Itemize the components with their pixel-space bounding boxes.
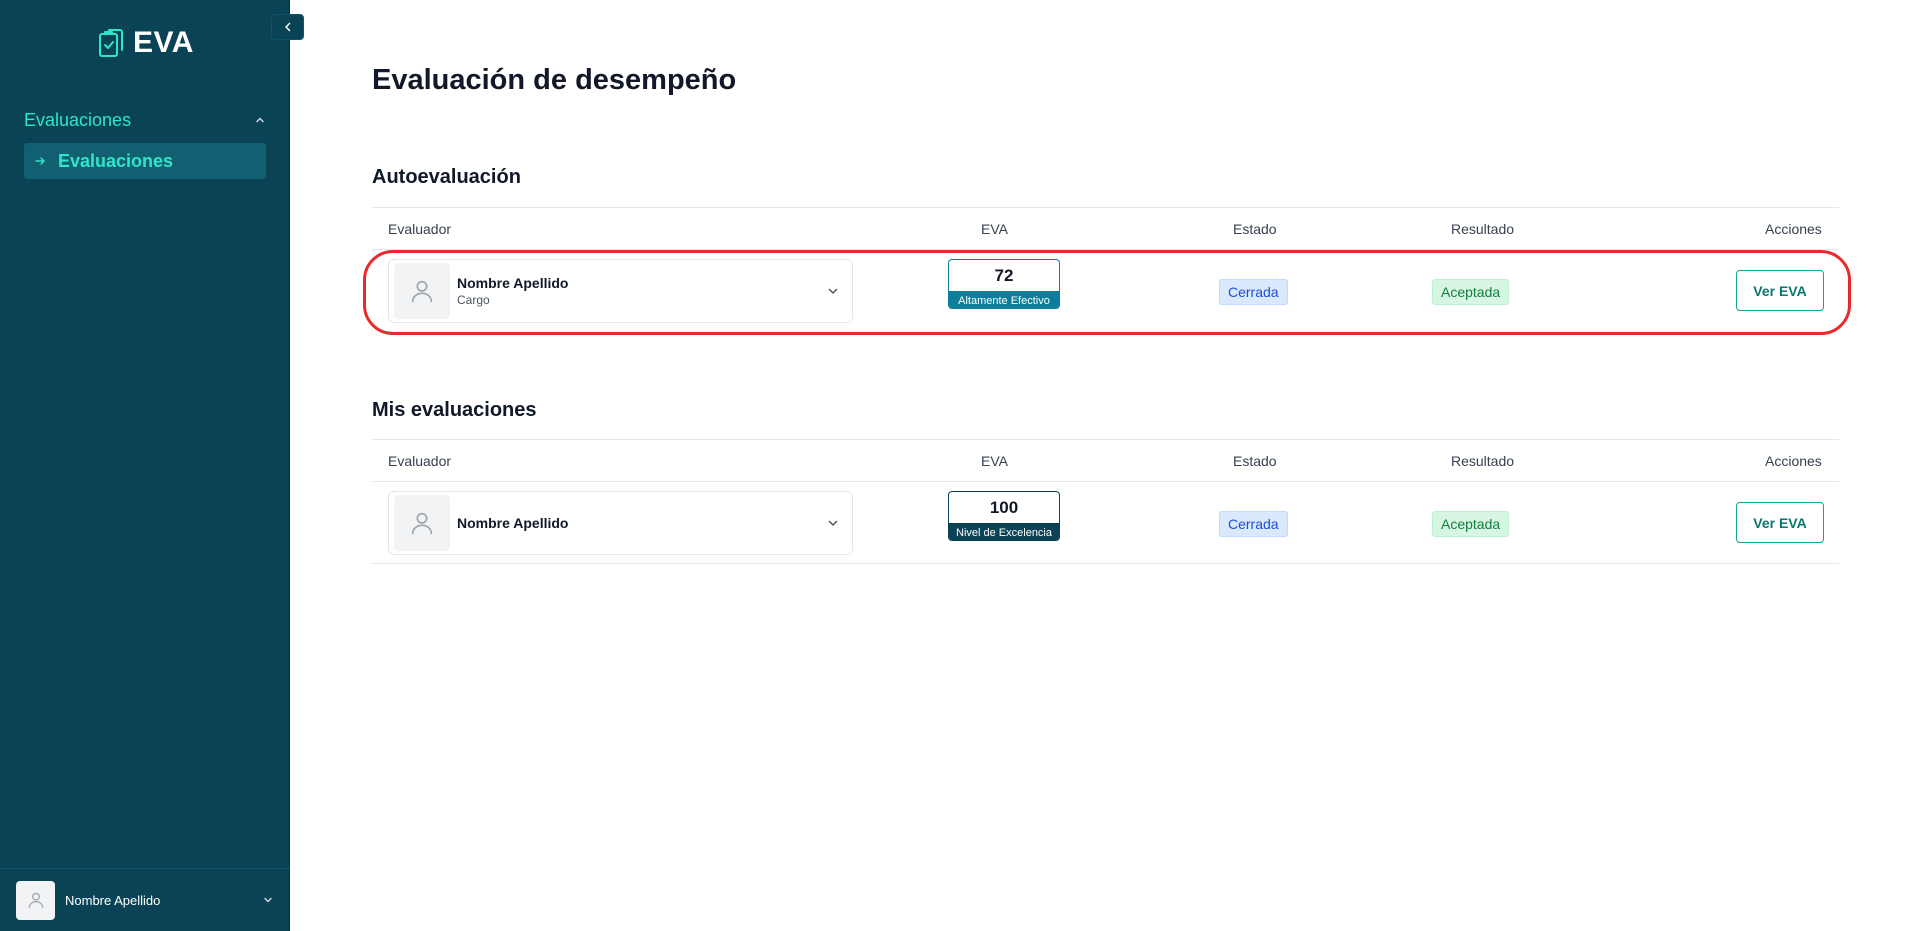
column-header-evaluator: Evaluador <box>388 221 452 237</box>
user-icon <box>28 892 43 909</box>
avatar <box>394 495 450 551</box>
nav-group-label: Evaluaciones <box>24 109 132 130</box>
eva-level-label: Altamente Efectivo <box>949 291 1059 308</box>
column-header-eva: EVA <box>981 453 1008 469</box>
sidebar: EVA Evaluaciones Evaluaciones Nombre Ape… <box>0 0 304 931</box>
avatar <box>394 263 450 319</box>
eva-score: 100 <box>989 497 1019 517</box>
user-icon <box>411 512 433 535</box>
section-title-self-evaluation: Autoevaluación <box>372 166 521 188</box>
sidebar-item-evaluaciones[interactable]: Evaluaciones <box>24 143 266 179</box>
eva-score-box: 72 Altamente Efectivo <box>948 259 1060 309</box>
result-badge: Aceptada <box>1432 511 1510 537</box>
ver-eva-button[interactable]: Ver EVA <box>1736 502 1824 543</box>
status-badge: Cerrada <box>1219 279 1288 305</box>
evaluator-info: Nombre Apellido <box>457 515 826 531</box>
chevron-up-icon <box>256 117 264 123</box>
app-root: EVA Evaluaciones Evaluaciones Nombre Ape… <box>0 0 1920 931</box>
main-content: Evaluación de desempeño Autoevaluación E… <box>291 0 1920 931</box>
sidebar-item-label: Evaluaciones <box>58 150 174 171</box>
evaluator-info: Nombre Apellido Cargo <box>457 275 826 307</box>
column-header-result: Resultado <box>1451 453 1515 469</box>
clipboard-check-icon <box>99 29 123 57</box>
eva-score-box: 100 Nivel de Excelencia <box>948 491 1060 541</box>
eva-score: 72 <box>994 265 1014 285</box>
table-row: Nombre Apellido Cargo 72 Altamente Efect… <box>372 250 1839 332</box>
evaluator-dropdown[interactable]: Nombre Apellido <box>388 491 853 555</box>
column-header-status: Estado <box>1233 453 1277 469</box>
table-header: Evaluador EVA Estado Resultado Acciones <box>372 208 1839 250</box>
page-title: Evaluación de desempeño <box>372 64 737 96</box>
user-name: Nombre Apellido <box>65 892 161 908</box>
section-title-my-evaluations: Mis evaluaciones <box>372 399 537 421</box>
eva-level-label: Nivel de Excelencia <box>949 523 1059 540</box>
table-header: Evaluador EVA Estado Resultado Acciones <box>372 440 1839 482</box>
nav-group-evaluaciones[interactable]: Evaluaciones <box>24 108 266 132</box>
evaluator-dropdown[interactable]: Nombre Apellido Cargo <box>388 259 853 323</box>
user-menu[interactable]: Nombre Apellido <box>0 868 290 931</box>
result-badge: Aceptada <box>1432 279 1510 305</box>
ver-eva-button[interactable]: Ver EVA <box>1736 270 1824 311</box>
arrow-right-icon <box>35 157 45 165</box>
column-header-actions: Acciones <box>1765 453 1822 469</box>
brand-logo[interactable]: EVA <box>97 26 194 60</box>
column-header-eva: EVA <box>981 221 1008 237</box>
column-header-actions: Acciones <box>1765 221 1822 237</box>
avatar <box>16 880 55 920</box>
evaluator-role: Cargo <box>457 293 490 307</box>
chevron-down-icon <box>828 288 838 294</box>
status-badge: Cerrada <box>1219 511 1288 537</box>
column-header-evaluator: Evaluador <box>388 453 452 469</box>
self-evaluation-table: Evaluador EVA Estado Resultado Acciones … <box>372 207 1839 332</box>
chevron-down-icon <box>828 520 838 526</box>
table-row: Nombre Apellido 100 Nivel de Excelencia … <box>372 482 1839 564</box>
column-header-status: Estado <box>1233 221 1277 237</box>
app-name: EVA <box>133 26 194 59</box>
chevron-down-icon <box>264 897 272 903</box>
evaluator-name: Nombre Apellido <box>457 275 569 291</box>
my-evaluations-table: Evaluador EVA Estado Resultado Acciones … <box>372 439 1839 564</box>
column-header-result: Resultado <box>1451 221 1515 237</box>
user-icon <box>411 280 433 303</box>
evaluator-name: Nombre Apellido <box>457 515 569 531</box>
